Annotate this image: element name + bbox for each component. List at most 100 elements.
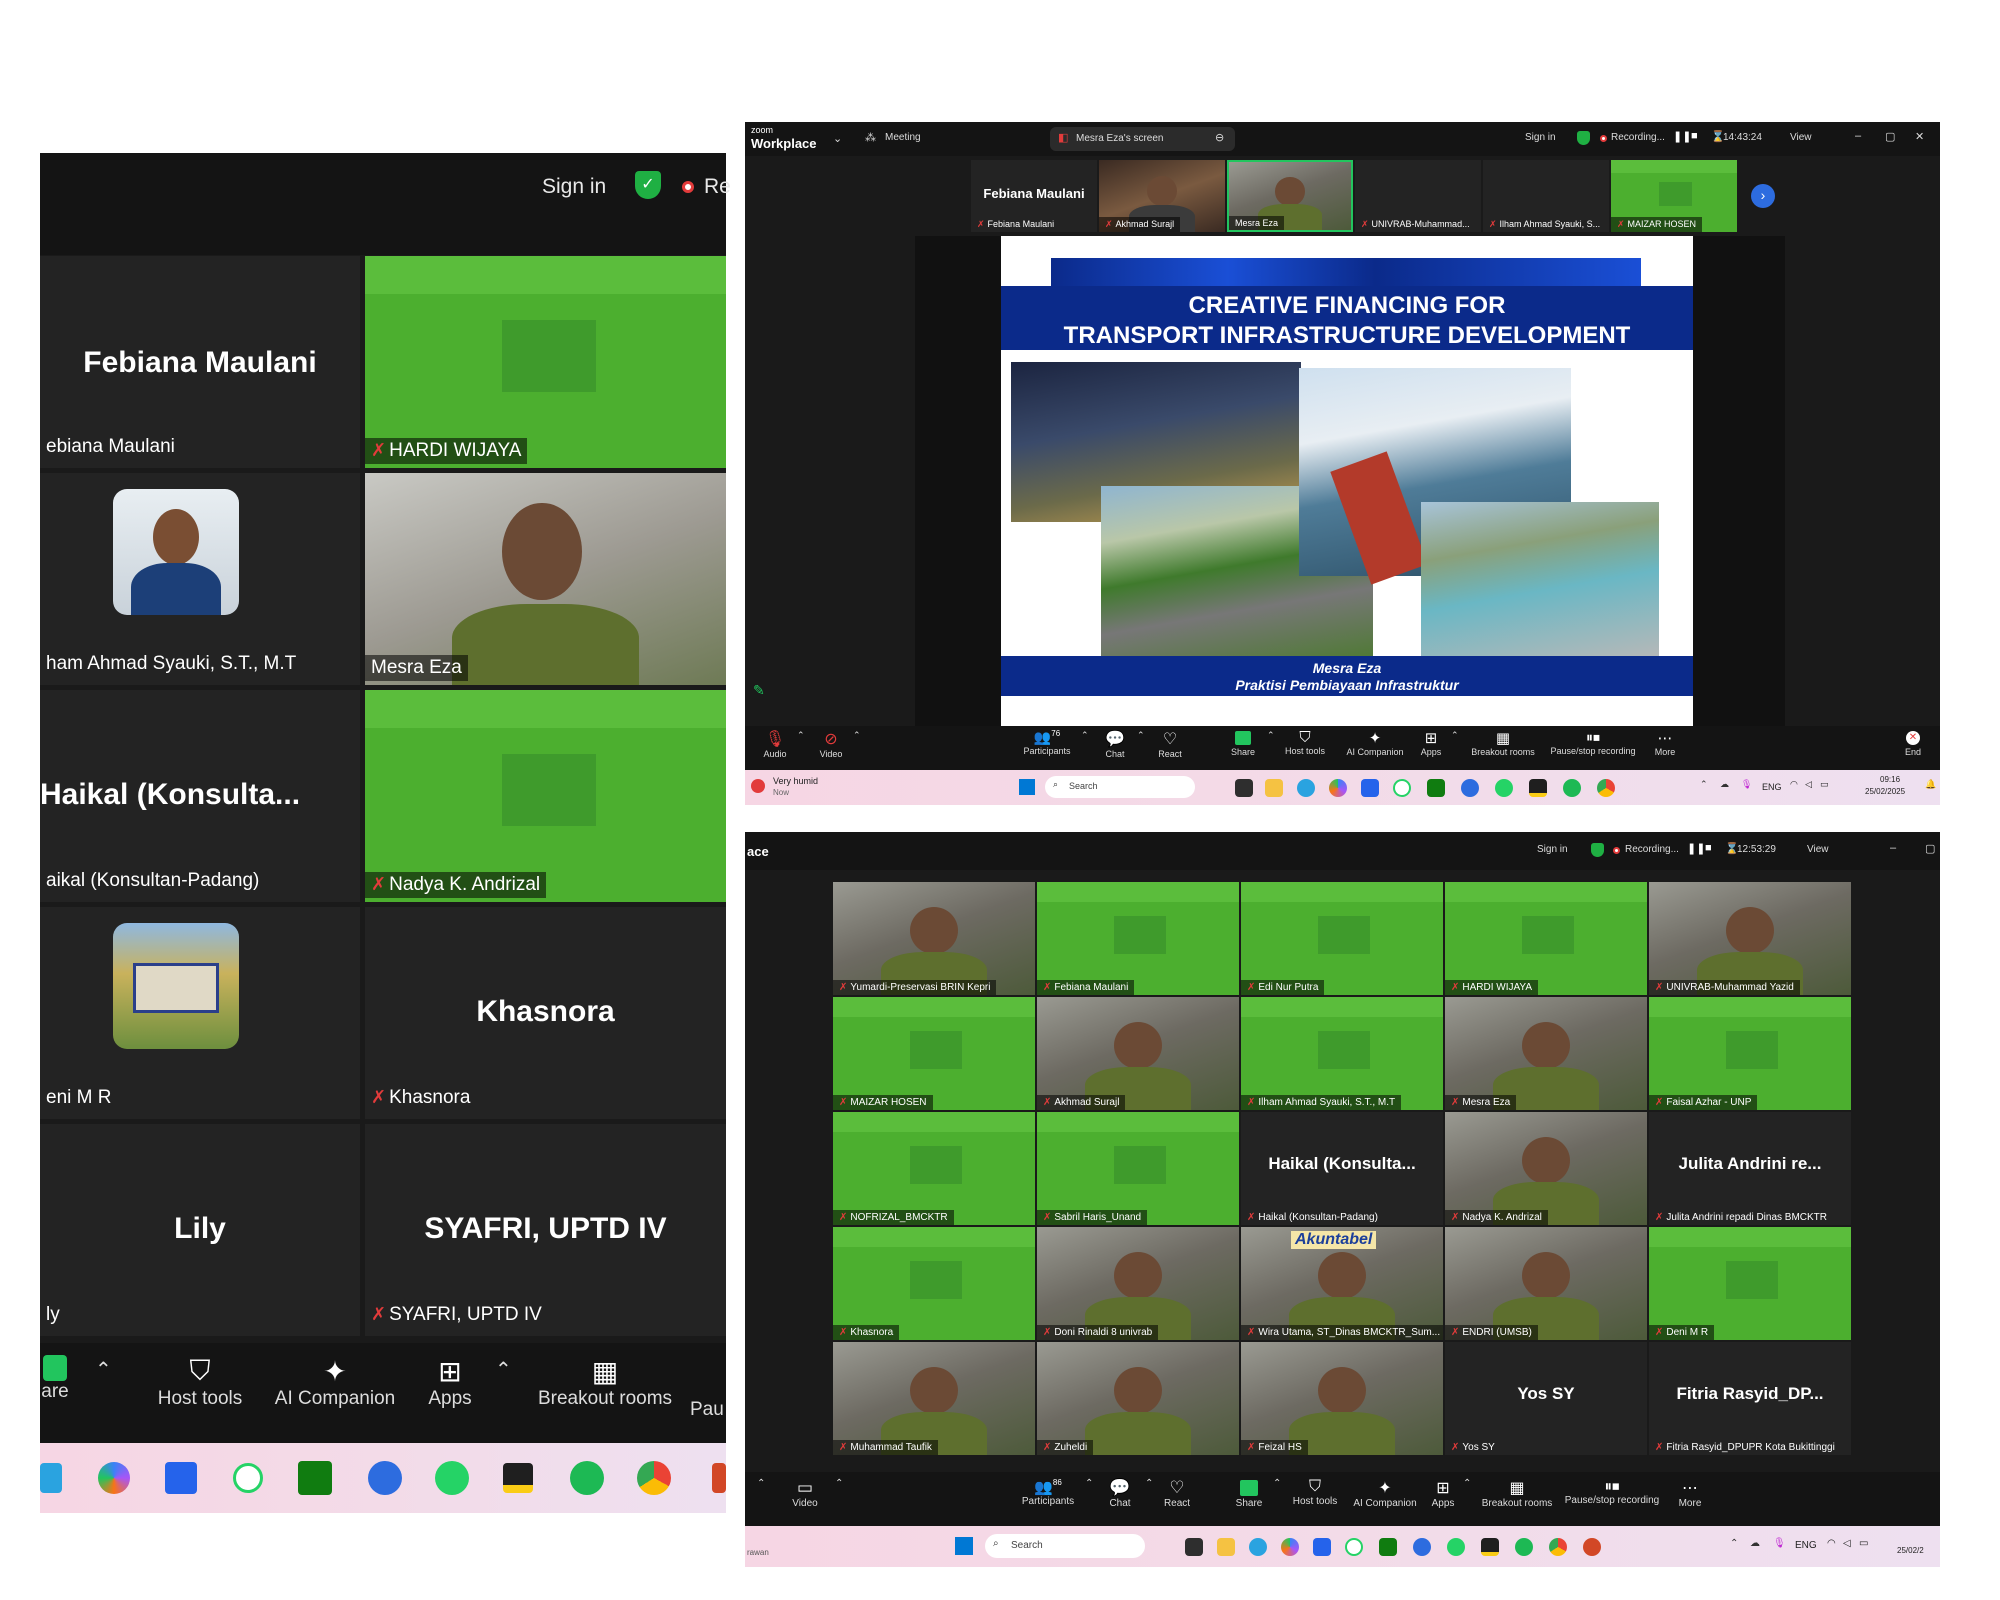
host-tools-button[interactable]: ⛉ Host tools bbox=[140, 1355, 260, 1410]
copilot-icon[interactable] bbox=[98, 1462, 130, 1494]
copilot-icon[interactable] bbox=[1281, 1537, 1299, 1556]
more-icon[interactable]: ⊖ bbox=[1215, 131, 1224, 144]
pause-icon[interactable]: ❚❚ bbox=[1687, 842, 1705, 855]
pause-icon[interactable]: ❚❚ bbox=[1673, 130, 1691, 143]
participant-tile[interactable]: ✗ Muhammad Taufik bbox=[833, 1342, 1035, 1455]
whatsapp-icon[interactable] bbox=[1447, 1537, 1465, 1556]
whatsapp-web-icon[interactable] bbox=[1393, 778, 1411, 797]
more-button[interactable]: ⋯ More bbox=[1670, 1478, 1710, 1509]
spotify-icon[interactable] bbox=[1563, 778, 1581, 797]
filmstrip-next-button[interactable]: › bbox=[1751, 184, 1775, 208]
participant-tile[interactable]: ✗ Yumardi-Preservasi BRIN Kepri bbox=[833, 882, 1035, 995]
whatsapp-icon[interactable] bbox=[1495, 778, 1513, 797]
breakout-rooms-button[interactable]: ▦ Breakout rooms bbox=[1477, 1478, 1557, 1509]
store-icon[interactable] bbox=[1361, 778, 1379, 797]
participant-tile[interactable]: Akuntabel ✗ Wira Utama, ST_Dinas BMCKTR_Su… bbox=[1241, 1227, 1443, 1340]
participant-tile[interactable]: ✗ Khasnora bbox=[833, 1227, 1035, 1340]
zoom-icon[interactable] bbox=[1413, 1537, 1431, 1556]
react-button[interactable]: ♡ React bbox=[1157, 1478, 1197, 1509]
chevron-up-icon[interactable]: ⌃ bbox=[853, 730, 861, 741]
zoom-icon[interactable] bbox=[368, 1461, 402, 1495]
telegram-icon[interactable] bbox=[40, 1463, 62, 1493]
chevron-up-icon[interactable]: ⌃ bbox=[757, 1478, 765, 1489]
react-button[interactable]: ♡ React bbox=[1150, 729, 1190, 759]
participant-tile[interactable]: ✗ Febiana Maulani bbox=[1037, 882, 1239, 995]
participant-tile[interactable]: ✗ HARDI WIJAYA bbox=[1445, 882, 1647, 995]
chevron-up-icon[interactable]: ⌃ bbox=[1145, 1478, 1153, 1489]
more-button[interactable]: ⋯ More bbox=[1645, 729, 1685, 757]
chevron-up-icon[interactable]: ⌃ bbox=[1137, 730, 1145, 741]
maximize-icon[interactable]: ▢ bbox=[1925, 842, 1935, 855]
host-tools-button[interactable]: ⛉ Host tools bbox=[1275, 729, 1335, 756]
apps-button[interactable]: ⊞ Apps bbox=[1411, 729, 1451, 757]
host-tools-button[interactable]: ⛉ Host tools bbox=[1285, 1478, 1345, 1507]
chat-button[interactable]: 💬 Chat bbox=[1095, 729, 1135, 759]
files-icon[interactable] bbox=[1185, 1537, 1203, 1556]
participant-tile[interactable]: Julita Andrini re... ✗ Julita Andrini repa… bbox=[1649, 1112, 1851, 1225]
breakout-rooms-button[interactable]: ▦ Breakout rooms bbox=[530, 1355, 680, 1410]
pause-recording-button[interactable]: ⏸⏹ Pause/stop recording bbox=[1557, 1478, 1667, 1506]
participant-tile[interactable]: ✗ HARDI WIJAYA bbox=[365, 256, 726, 468]
breakout-rooms-button[interactable]: ▦ Breakout rooms bbox=[1463, 729, 1543, 757]
language-indicator[interactable]: ENG bbox=[1795, 1540, 1817, 1551]
participant-tile[interactable]: ✗ MAIZAR HOSEN bbox=[833, 997, 1035, 1110]
end-button[interactable]: ✕ End bbox=[1895, 729, 1931, 757]
chevron-up-icon[interactable]: ⌃ bbox=[495, 1357, 512, 1382]
participant-tile[interactable]: ✗ Akhmad Surajl bbox=[1037, 997, 1239, 1110]
participant-tile[interactable]: SYAFRI, UPTD IV ✗ SYAFRI, UPTD IV bbox=[365, 1124, 726, 1336]
participant-tile[interactable]: Fitria Rasyid_DP... ✗ Fitria Rasyid_DPUPR … bbox=[1649, 1342, 1851, 1455]
chrome-icon[interactable] bbox=[1549, 1537, 1567, 1556]
participant-tile[interactable]: ✗ Edi Nur Putra bbox=[1241, 882, 1443, 995]
chevron-up-icon[interactable]: ⌃ bbox=[1273, 1478, 1281, 1489]
xbox-icon[interactable] bbox=[298, 1461, 332, 1495]
copilot-icon[interactable] bbox=[1329, 778, 1347, 797]
zoom-icon[interactable] bbox=[1461, 778, 1479, 797]
view-menu[interactable]: View bbox=[1807, 844, 1829, 855]
participant-tile[interactable]: ham Ahmad Syauki, S.T., M.T bbox=[40, 473, 360, 685]
sign-in-link[interactable]: Sign in bbox=[1537, 844, 1568, 855]
participant-tile[interactable]: Lily ly bbox=[40, 1124, 360, 1336]
filmstrip-tile[interactable]: Febiana Maulani ✗ Febiana Maulani bbox=[971, 160, 1097, 232]
participant-tile[interactable]: Febiana Maulani ebiana Maulani bbox=[40, 256, 360, 468]
windows-start-icon[interactable] bbox=[955, 1537, 973, 1555]
meeting-tab[interactable]: Meeting bbox=[885, 132, 921, 143]
telegram-icon[interactable] bbox=[1249, 1537, 1267, 1556]
filmstrip-tile[interactable]: ✗ UNIVRAB-Muhammad... bbox=[1355, 160, 1481, 232]
whatsapp-web-icon[interactable] bbox=[1345, 1537, 1363, 1556]
chrome-icon[interactable] bbox=[637, 1461, 671, 1495]
participant-tile[interactable]: ✗ Feizal HS bbox=[1241, 1342, 1443, 1455]
powerpoint-icon[interactable] bbox=[712, 1463, 726, 1493]
participant-tile[interactable]: ✗ UNIVRAB-Muhammad Yazid bbox=[1649, 882, 1851, 995]
maximize-icon[interactable]: ▢ bbox=[1885, 130, 1895, 143]
ai-companion-button[interactable]: ✦ AI Companion bbox=[1345, 1478, 1425, 1509]
store-icon[interactable] bbox=[165, 1462, 197, 1494]
close-icon[interactable]: ✕ bbox=[1915, 130, 1924, 143]
ai-companion-button[interactable]: ✦ AI Companion bbox=[1335, 729, 1415, 757]
chevron-up-icon[interactable]: ⌃ bbox=[95, 1357, 112, 1382]
screen-share-tab[interactable]: ◧ Mesra Eza's screen ⊖ bbox=[1050, 127, 1235, 151]
xbox-icon[interactable] bbox=[1427, 778, 1445, 797]
share-button[interactable]: are bbox=[40, 1355, 70, 1403]
minimize-icon[interactable]: – bbox=[1855, 130, 1861, 142]
participant-tile[interactable]: ✗ NOFRIZAL_BMCKTR bbox=[833, 1112, 1035, 1225]
apps-button[interactable]: ⊞ Apps bbox=[415, 1355, 485, 1410]
sticky-notes-icon[interactable] bbox=[1481, 1537, 1499, 1556]
participant-tile[interactable]: ✗ Nadya K. Andrizal bbox=[365, 690, 726, 902]
powerpoint-icon[interactable] bbox=[1583, 1537, 1601, 1556]
minimize-icon[interactable]: – bbox=[1890, 842, 1896, 854]
participant-tile[interactable]: ✗ Sabril Haris_Unand bbox=[1037, 1112, 1239, 1225]
stop-icon[interactable]: ■ bbox=[1705, 842, 1712, 854]
store-icon[interactable] bbox=[1313, 1537, 1331, 1556]
whatsapp-icon[interactable] bbox=[435, 1461, 469, 1495]
chevron-down-icon[interactable]: ⌄ bbox=[833, 132, 842, 145]
participant-tile[interactable]: Mesra Eza bbox=[365, 473, 726, 685]
chevron-up-icon[interactable]: ⌃ bbox=[1451, 730, 1459, 741]
participant-tile[interactable]: Khasnora ✗ Khasnora bbox=[365, 907, 726, 1119]
pause-recording-button[interactable]: ⏸⏹ Pause/stop recording bbox=[1543, 729, 1643, 756]
chevron-up-icon[interactable]: ⌃ bbox=[1085, 1478, 1093, 1489]
tray-chevron-icon[interactable]: ⌃ bbox=[1730, 1538, 1738, 1549]
participant-tile[interactable]: Haikal (Konsulta... ✗ Haikal (Konsultan-Pa… bbox=[1241, 1112, 1443, 1225]
participant-tile[interactable]: ✗ Ilham Ahmad Syauki, S.T., M.T bbox=[1241, 997, 1443, 1110]
participants-button[interactable]: 👥86 Participants bbox=[1015, 1478, 1081, 1507]
xbox-icon[interactable] bbox=[1379, 1537, 1397, 1556]
